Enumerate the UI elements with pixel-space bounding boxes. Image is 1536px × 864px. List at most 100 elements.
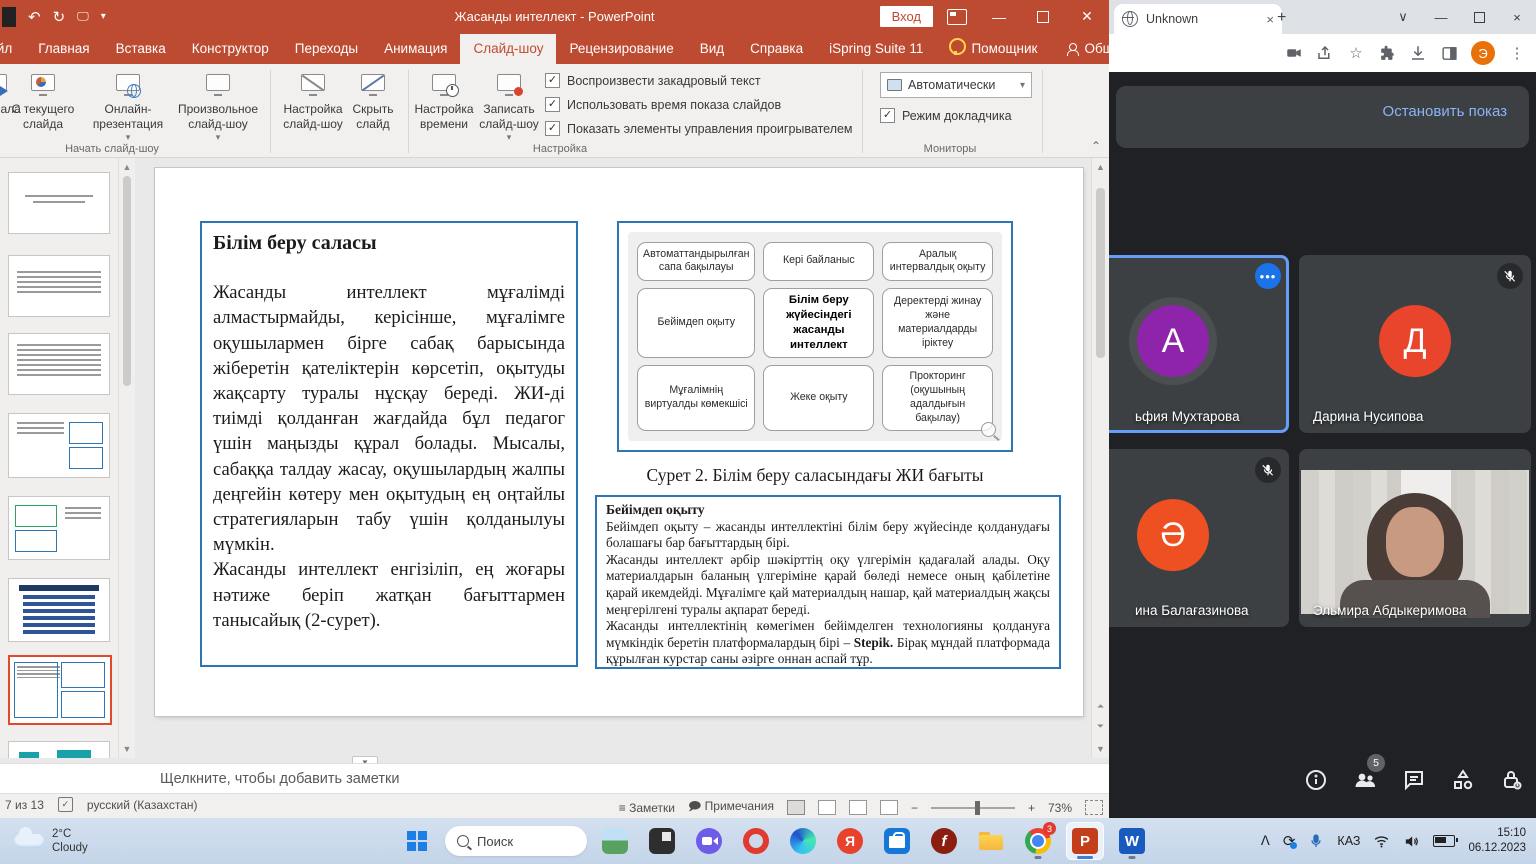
tab-insert[interactable]: Вставка [103, 34, 179, 64]
customize-qat-icon[interactable]: ▾ [101, 11, 106, 22]
notes-pane[interactable]: Щелкните, чтобы добавить заметки [0, 763, 1109, 794]
extensions-icon[interactable] [1378, 44, 1396, 62]
close-button[interactable]: × [1498, 0, 1536, 34]
scroll-down-icon[interactable]: ▼ [1092, 744, 1109, 754]
scrollbar-thumb[interactable] [123, 176, 131, 386]
clock[interactable]: 15:1006.12.2023 [1468, 826, 1526, 856]
zoom-out-icon[interactable]: − [911, 801, 918, 815]
weather-widget[interactable]: 2°CCloudy [0, 827, 88, 856]
slide-thumbnail-8[interactable] [8, 741, 110, 758]
tab-ispring[interactable]: iSpring Suite 11 [816, 34, 936, 64]
ribbon-display-options-icon[interactable] [947, 9, 967, 25]
chrome-icon[interactable]: 3 [1019, 822, 1057, 860]
opera-icon[interactable] [737, 822, 775, 860]
side-panel-icon[interactable] [1440, 44, 1458, 62]
scrollbar-thumb[interactable] [1096, 188, 1105, 358]
start-slideshow-icon[interactable]: 🖵 [77, 9, 89, 24]
slide-thumbnail-2[interactable] [8, 255, 110, 317]
file-explorer-icon[interactable] [972, 822, 1010, 860]
stop-presenting-button[interactable]: Остановить показ [1383, 103, 1507, 120]
tab-view[interactable]: Вид [687, 34, 737, 64]
powerpoint-taskbar-icon[interactable]: P [1066, 822, 1104, 860]
slide-thumbnail-5[interactable] [8, 496, 110, 560]
wifi-icon[interactable] [1373, 833, 1390, 850]
rehearse-timings-button[interactable]: Настройка времени [412, 70, 476, 132]
scroll-up-icon[interactable]: ▲ [119, 158, 135, 172]
zoom-slider-thumb[interactable] [975, 801, 980, 815]
widgets-app-icon[interactable] [596, 822, 634, 860]
slide-vertical-scrollbar[interactable]: ▲ ⏶ ⏷ ▼ [1091, 158, 1109, 758]
tab-slideshow[interactable]: Слайд-шоу [460, 34, 556, 64]
zoom-slider[interactable] [931, 807, 1015, 809]
redo-icon[interactable]: ↻ [53, 8, 66, 26]
close-button[interactable]: ✕ [1065, 0, 1109, 33]
fit-slide-icon[interactable] [1085, 800, 1103, 815]
slide-textbox-education[interactable]: Білім беру саласы Жасанды интеллект мұға… [200, 221, 578, 667]
next-slide-icon[interactable]: ⏷ [1092, 721, 1109, 732]
tab-home[interactable]: Главная [25, 34, 102, 64]
taskbar-search[interactable]: Поиск [445, 826, 587, 856]
slide-thumbnail-3[interactable] [8, 333, 110, 395]
battery-icon[interactable] [1433, 835, 1455, 847]
flash-app-icon[interactable]: f [925, 822, 963, 860]
scroll-down-icon[interactable]: ▼ [119, 744, 135, 754]
language-indicator[interactable]: русский (Казахстан) [87, 798, 198, 812]
slide-canvas[interactable]: Білім беру саласы Жасанды интеллект мұға… [155, 168, 1083, 716]
media-camera-icon[interactable] [1285, 44, 1303, 62]
hide-slide-button[interactable]: Скрыть слайд [346, 70, 400, 132]
maximize-button[interactable] [1021, 0, 1065, 33]
collapse-ribbon-icon[interactable]: ⌃ [1091, 139, 1101, 153]
zoom-level[interactable]: 73% [1048, 801, 1072, 815]
downloads-icon[interactable] [1409, 44, 1427, 62]
tray-overflow-icon[interactable]: ᐱ [1261, 833, 1270, 849]
browser-tab[interactable]: Unknown × [1114, 4, 1282, 34]
host-controls-icon[interactable] [1500, 768, 1524, 792]
profile-avatar[interactable]: Э [1471, 41, 1495, 65]
participant-tile-video[interactable]: Эльмира Абдыкеримова [1299, 449, 1531, 627]
snipping-app-icon[interactable] [643, 822, 681, 860]
tab-transitions[interactable]: Переходы [282, 34, 371, 64]
record-slideshow-button[interactable]: Записать слайд-шоу▾ [476, 70, 542, 143]
notes-toggle[interactable]: ≡ Заметки [619, 801, 675, 815]
custom-slideshow-button[interactable]: Произвольное слайд-шоу▾ [175, 70, 261, 143]
participant-tile[interactable]: А ••• ьфия Мухтарова [1109, 255, 1289, 433]
participant-tile[interactable]: Д Дарина Нусипова [1299, 255, 1531, 433]
normal-view-button[interactable] [787, 800, 805, 815]
slide-sorter-view-button[interactable] [818, 800, 836, 815]
new-tab-button[interactable]: + [1277, 9, 1286, 27]
slide-thumbnail-6[interactable] [8, 578, 110, 642]
video-chat-app-icon[interactable] [690, 822, 728, 860]
browser-menu-icon[interactable]: ⋮ [1508, 44, 1526, 62]
tab-assistant[interactable]: Помощник [936, 31, 1050, 64]
previous-slide-icon[interactable]: ⏶ [1092, 701, 1109, 712]
tab-animations[interactable]: Анимация [371, 34, 460, 64]
comments-toggle[interactable]: 🗩 Примечания [688, 797, 774, 818]
participant-tile[interactable]: Ә ина Балағазинова [1109, 449, 1289, 627]
chat-icon[interactable] [1402, 768, 1426, 792]
tab-search-icon[interactable]: ∨ [1384, 0, 1422, 34]
meeting-details-icon[interactable] [1304, 768, 1328, 792]
zoom-in-icon[interactable]: + [1028, 801, 1035, 815]
checkbox-use-timings[interactable]: Использовать время показа слайдов [545, 97, 853, 112]
checkbox-show-controls[interactable]: Показать элементы управления проигрывате… [545, 121, 853, 136]
slide-thumbnail-7-selected[interactable] [8, 655, 112, 725]
sign-in-button[interactable]: Вход [880, 6, 933, 27]
share-button[interactable]: Общий доступ [1050, 34, 1109, 64]
setup-slideshow-button[interactable]: Настройка слайд-шоу [280, 70, 346, 132]
checkbox-play-narrations[interactable]: Воспроизвести закадровый текст [545, 73, 853, 88]
thumbnail-scrollbar[interactable]: ▲ ▼ [118, 158, 135, 758]
speaker-icon[interactable] [1403, 833, 1420, 850]
people-icon[interactable]: 5 [1353, 768, 1377, 792]
bookmark-star-icon[interactable]: ☆ [1347, 44, 1365, 62]
minimize-button[interactable]: — [977, 0, 1021, 33]
from-current-slide-button[interactable]: С текущего слайда [10, 70, 76, 132]
tab-design[interactable]: Конструктор [179, 34, 282, 64]
slideshow-view-button[interactable] [880, 800, 898, 815]
yandex-icon[interactable]: Я [831, 822, 869, 860]
minimize-button[interactable]: — [1422, 0, 1460, 34]
microphone-tray-icon[interactable] [1308, 833, 1324, 849]
tab-file[interactable]: Файл [0, 34, 25, 64]
edge-icon[interactable] [784, 822, 822, 860]
slide-diagram[interactable]: Автоматтандырылған сапа бақылауы Кері ба… [617, 221, 1013, 452]
tab-review[interactable]: Рецензирование [556, 34, 686, 64]
